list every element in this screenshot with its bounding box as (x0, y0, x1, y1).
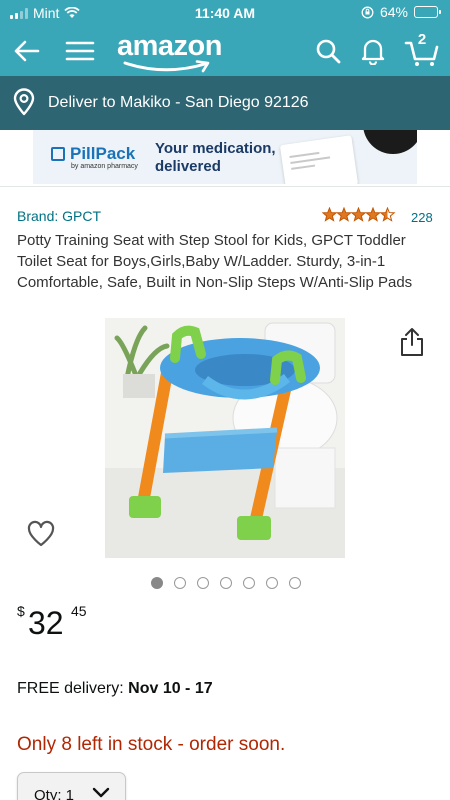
carousel-dot[interactable] (197, 577, 209, 589)
carousel-dot[interactable] (174, 577, 186, 589)
brand-link[interactable]: Brand: GPCT (17, 208, 101, 224)
bell-icon (361, 39, 385, 65)
carousel-dot[interactable] (220, 577, 232, 589)
quantity-dropdown[interactable]: Qty: 1 (17, 772, 126, 800)
rating-stars[interactable] (322, 207, 396, 223)
deliver-to-text: Deliver to Makiko - San Diego 92126 (48, 94, 309, 111)
share-button[interactable] (398, 326, 426, 358)
menu-icon (65, 41, 95, 61)
section-divider (0, 186, 450, 187)
ad-coffee-cup-image (363, 130, 417, 154)
notifications-button[interactable] (355, 33, 391, 69)
star-icon (365, 207, 381, 222)
menu-button[interactable] (62, 33, 98, 69)
pillpack-subtitle: by amazon pharmacy (71, 163, 138, 170)
ad-headline-line2: delivered (155, 158, 221, 175)
cart-button[interactable]: 2 (400, 31, 444, 69)
star-icon (350, 207, 367, 222)
carousel-dot[interactable] (243, 577, 255, 589)
product-image[interactable] (105, 318, 345, 558)
location-pin-icon (13, 88, 35, 116)
pillpack-logo-icon (51, 147, 65, 161)
carousel-dot[interactable] (151, 577, 163, 589)
back-button[interactable] (8, 33, 44, 69)
delivery-info: FREE delivery: Nov 10 - 17 (17, 680, 213, 698)
cart-count: 2 (417, 31, 427, 48)
ad-medication-packet-image (279, 135, 359, 184)
stock-status: Only 8 left in stock - order soon. (17, 734, 286, 755)
product-title: Potty Training Seat with Step Stool for … (17, 232, 413, 291)
battery-percent: 64% (379, 4, 408, 20)
rating-count[interactable]: 228 (411, 210, 433, 225)
carousel-dot[interactable] (266, 577, 278, 589)
pillpack-ad-banner[interactable]: PillPack by amazon pharmacy Your medicat… (33, 130, 417, 184)
search-icon (316, 39, 341, 64)
battery-icon (414, 6, 441, 18)
heart-icon (27, 520, 55, 547)
status-bar: Mint 11:40 AM 64% (0, 0, 450, 26)
delivery-dates: Nov 10 - 17 (128, 680, 213, 697)
ad-headline: Your medication, delivered (155, 140, 276, 176)
delivery-prefix: FREE delivery: (17, 680, 129, 697)
star-rating-icon (322, 207, 396, 222)
pillpack-logo: PillPack (51, 144, 135, 164)
status-right: 64% (361, 4, 441, 20)
wishlist-button[interactable] (26, 520, 56, 548)
star-icon (336, 207, 352, 222)
amazon-smile-icon (123, 60, 210, 73)
share-icon (401, 328, 423, 356)
amazon-logo[interactable]: amazon (117, 30, 222, 63)
search-button[interactable] (310, 33, 346, 69)
back-arrow-icon (14, 40, 40, 62)
quantity-label: Qty: 1 (34, 787, 75, 800)
carousel-dot[interactable] (289, 577, 301, 589)
chevron-down-icon (92, 787, 110, 798)
price-whole: 32 (28, 605, 64, 641)
pillpack-name: PillPack (70, 144, 136, 163)
orientation-lock-icon (361, 6, 374, 18)
app-header: amazon 2 (0, 26, 450, 76)
ad-headline-line1: Your medication, (155, 140, 276, 157)
image-carousel-dots[interactable] (151, 577, 301, 589)
star-icon (379, 207, 396, 222)
potty-seat-image (105, 318, 345, 558)
price-fraction: 45 (71, 603, 87, 619)
deliver-to-bar[interactable]: Deliver to Makiko - San Diego 92126 (0, 76, 450, 130)
price-currency: $ (17, 603, 25, 619)
star-icon (322, 207, 338, 222)
